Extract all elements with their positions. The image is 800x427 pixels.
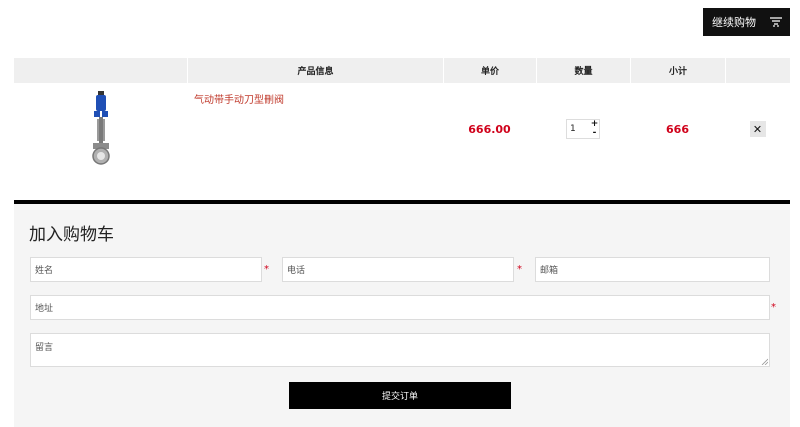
header-image-column [14, 58, 187, 83]
table-row: 气动带手动刀型刪阀 666.00 + - 666 ✕ [14, 83, 790, 175]
header-unit-price: 单价 [443, 58, 536, 83]
resize-handle-icon[interactable] [761, 358, 768, 365]
address-field[interactable]: 地址 [30, 295, 770, 320]
quantity-input[interactable] [566, 119, 590, 139]
product-image[interactable] [86, 89, 116, 169]
submit-order-button[interactable]: 提交订单 [289, 382, 511, 409]
email-field[interactable]: 邮箱 [535, 257, 770, 282]
unit-price-cell: 666.00 [443, 83, 536, 175]
remove-item-button[interactable]: ✕ [749, 121, 766, 137]
table-header: 产品信息 单价 数量 小计 [14, 58, 790, 83]
order-form: 加入购物车 姓名 * 电话 * 邮箱 地址 * 留言 提交订单 [14, 204, 790, 427]
subtotal-value: 666 [666, 122, 689, 136]
action-cell: ✕ [725, 83, 790, 175]
phone-field[interactable]: 电话 [282, 257, 514, 282]
form-title: 加入购物车 [29, 225, 114, 245]
quantity-stepper: + - [566, 119, 600, 139]
unit-price: 666.00 [468, 122, 511, 136]
close-icon: ✕ [752, 122, 763, 136]
product-name-link[interactable]: 气动带手动刀型刪阀 [194, 91, 284, 106]
header-product-info: 产品信息 [187, 58, 443, 83]
product-image-cell [14, 83, 187, 175]
continue-shopping-label: 继续购物 [712, 16, 756, 29]
subtotal-cell: 666 [630, 83, 725, 175]
product-info-cell: 气动带手动刀型刪阀 [187, 83, 443, 175]
quantity-steps: + - [590, 119, 600, 139]
header-action-column [725, 58, 790, 83]
message-textarea[interactable]: 留言 [30, 333, 770, 367]
phone-required-mark: * [517, 264, 522, 275]
name-field[interactable]: 姓名 [30, 257, 262, 282]
header-subtotal: 小计 [630, 58, 725, 83]
message-placeholder: 留言 [35, 343, 54, 353]
header-quantity: 数量 [536, 58, 630, 83]
name-required-mark: * [264, 264, 269, 275]
cart-table: 产品信息 单价 数量 小计 气动带手动刀型刪阀 666.00 1 + - 666… [14, 58, 790, 175]
address-required-mark: * [771, 302, 776, 313]
continue-shopping-button[interactable]: 继续购物 [703, 8, 790, 36]
cart-icon [768, 8, 790, 36]
quantity-decrement-button[interactable]: - [590, 129, 599, 138]
quantity-cell: + - [536, 83, 630, 175]
